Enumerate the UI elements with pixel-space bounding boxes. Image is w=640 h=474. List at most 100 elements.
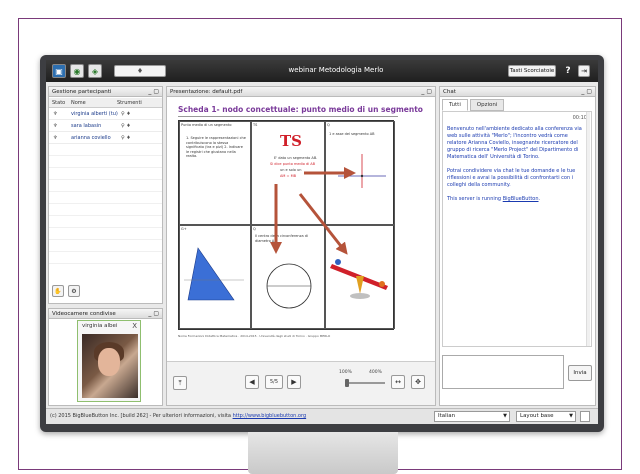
empty-row [49, 145, 162, 156]
bbb-link[interactable]: BigBlueButton [503, 196, 539, 202]
presenter-icon: ♆ [53, 123, 58, 129]
shortcuts-button[interactable]: Tasti Scorciatoie [508, 65, 556, 77]
chevron-down-icon: ▼ [503, 413, 507, 419]
chat-panel: Chat _ ▢ Tutti Opzioni 00:10 Benvenuto n… [439, 86, 596, 406]
chevron-down-icon: ▼ [569, 413, 573, 419]
layout-select[interactable]: Layout base ▼ [516, 411, 576, 422]
status-bar: (c) 2015 BigBlueButton Inc. [build 262] … [46, 408, 598, 424]
presentation-panel: Presentazione: default.pdf _ ▢ Scheda 1-… [166, 86, 436, 406]
webcams-title: Videocamere condivise [52, 311, 116, 317]
message-time: 00:10 [572, 115, 587, 121]
col-name[interactable]: Nome [71, 100, 86, 106]
chat-scrollbar[interactable] [586, 112, 590, 346]
top-toolbar: ▣ ◉ ◈ ♦ webinar Metodologia Merlo Tasti … [46, 60, 598, 82]
logout-icon[interactable]: ⇥ [578, 65, 590, 77]
help-button[interactable]: ? [562, 64, 574, 78]
presenter-icon: ♆ [53, 135, 58, 141]
settings-gear-icon[interactable]: ⚙ [67, 285, 80, 297]
participants-panel: Gestione partecipanti _ ▢ Stato Nome Str… [48, 86, 163, 304]
prev-slide-icon[interactable]: ◀ [245, 375, 259, 389]
video-face [98, 348, 120, 376]
empty-row [49, 157, 162, 168]
language-select[interactable]: Italian ▼ [434, 411, 510, 422]
language-value: Italian [438, 413, 456, 419]
mic-webcam-icons[interactable]: ♀ ♦ [121, 111, 131, 117]
participants-title: Gestione partecipanti [52, 89, 112, 95]
fit-width-icon[interactable]: ↔ [391, 375, 405, 389]
empty-row [49, 253, 162, 264]
webcam-share-icon[interactable]: ◉ [70, 64, 84, 78]
zoom-slider-knob[interactable] [345, 379, 349, 387]
send-button[interactable]: Invia [568, 365, 592, 381]
panel-controls-icon[interactable]: _ ▢ [148, 309, 159, 319]
col-status[interactable]: Stato [52, 100, 65, 106]
panel-controls-icon[interactable]: _ ▢ [581, 87, 592, 97]
participant-row[interactable]: ♆ sara labasin ♀ ♦ [49, 121, 162, 132]
participant-row[interactable]: ♆ arianna coviello ♀ ♦ [49, 133, 162, 144]
lock-layout-icon[interactable] [580, 411, 590, 422]
empty-row [49, 217, 162, 228]
participants-footer: ✋ ⚙ [52, 285, 82, 297]
presentation-title: Presentazione: default.pdf [170, 89, 243, 95]
slide-canvas[interactable]: Scheda 1- nodo concettuale: punto medio … [168, 98, 434, 360]
participant-name: arianna coviello [71, 135, 111, 141]
server-suffix: . [538, 196, 541, 202]
message-welcome: Benvenuto nell'ambiente dedicato alla co… [447, 126, 582, 160]
tab-all[interactable]: Tutti [442, 99, 468, 111]
copyright-label: (c) 2015 BigBlueButton Inc. [build 262] … [50, 413, 233, 419]
stage: ▣ ◉ ◈ ♦ webinar Metodologia Merlo Tasti … [0, 0, 640, 474]
zoom-slider-track[interactable] [345, 382, 385, 384]
empty-row [49, 205, 162, 216]
empty-row [49, 169, 162, 180]
chat-input[interactable] [442, 355, 564, 389]
chat-title: Chat [443, 89, 456, 95]
webcams-header: Videocamere condivise _ ▢ [49, 309, 162, 319]
save-icon[interactable]: ▣ [52, 64, 66, 78]
desktop-share-icon[interactable]: ◈ [88, 64, 102, 78]
page-indicator[interactable]: 5/5 [265, 375, 283, 389]
microphone-icon[interactable]: ♦ [114, 65, 166, 77]
tab-options[interactable]: Opzioni [469, 99, 505, 111]
presenter-icon: ♆ [53, 111, 58, 117]
webcams-panel: Videocamere condivise _ ▢ virginia albei… [48, 308, 163, 406]
chat-header: Chat _ ▢ [440, 87, 595, 97]
bbb-site-link[interactable]: http://www.bigbluebutton.org [233, 413, 307, 419]
webcam-video [82, 334, 138, 398]
next-slide-icon[interactable]: ▶ [287, 375, 301, 389]
mic-webcam-icons[interactable]: ♀ ♦ [121, 123, 131, 129]
app-screen: ▣ ◉ ◈ ♦ webinar Metodologia Merlo Tasti … [46, 60, 598, 424]
mic-webcam-icons[interactable]: ♀ ♦ [121, 135, 131, 141]
presentation-controls: ⤒ ◀ 5/5 ▶ 100% 400% ↔ ✥ [167, 361, 435, 405]
annotation-arrows [270, 167, 356, 255]
monitor-stand [248, 432, 398, 474]
empty-row [49, 181, 162, 192]
webcam-user-name: virginia albei [82, 323, 118, 329]
layout-value: Layout base [520, 413, 554, 419]
participant-row[interactable]: ♆ virginia alberti (tu) ♀ ♦ [49, 109, 162, 120]
slide-footnote: Nome Formazioni Didattica Matematica · 2… [178, 334, 331, 338]
close-icon[interactable]: X [132, 322, 137, 330]
chat-messages[interactable]: 00:10 Benvenuto nell'ambiente dedicato a… [442, 111, 592, 347]
participant-name: sara labasin [71, 123, 102, 129]
window-title: webinar Metodologia Merlo [288, 66, 384, 74]
raise-hand-icon[interactable]: ✋ [52, 285, 64, 297]
message-info: Potrai condividere via chat le tue doman… [447, 168, 576, 188]
participants-columns: Stato Nome Strumenti [49, 98, 162, 108]
chat-tabs: Tutti Opzioni [442, 99, 505, 111]
panel-controls-icon[interactable]: _ ▢ [148, 87, 159, 97]
presentation-header: Presentazione: default.pdf _ ▢ [167, 87, 435, 97]
participants-header: Gestione partecipanti _ ▢ [49, 87, 162, 97]
panel-controls-icon[interactable]: _ ▢ [421, 87, 432, 97]
webcam-window[interactable]: virginia albei X [77, 320, 141, 402]
copyright-text: (c) 2015 BigBlueButton Inc. [build 262] … [50, 413, 306, 419]
move-icon[interactable]: ✥ [411, 375, 425, 389]
message-list: Benvenuto nell'ambiente dedicato alla co… [447, 126, 587, 210]
zoom-max-label: 400% [369, 370, 382, 375]
empty-row [49, 241, 162, 252]
empty-row [49, 229, 162, 240]
col-tools[interactable]: Strumenti [117, 100, 142, 106]
participant-name: virginia alberti (tu) [71, 111, 118, 117]
message-server: This server is running BigBlueButton. [447, 196, 587, 203]
upload-icon[interactable]: ⤒ [173, 376, 187, 390]
zoom-min-label: 100% [339, 370, 352, 375]
